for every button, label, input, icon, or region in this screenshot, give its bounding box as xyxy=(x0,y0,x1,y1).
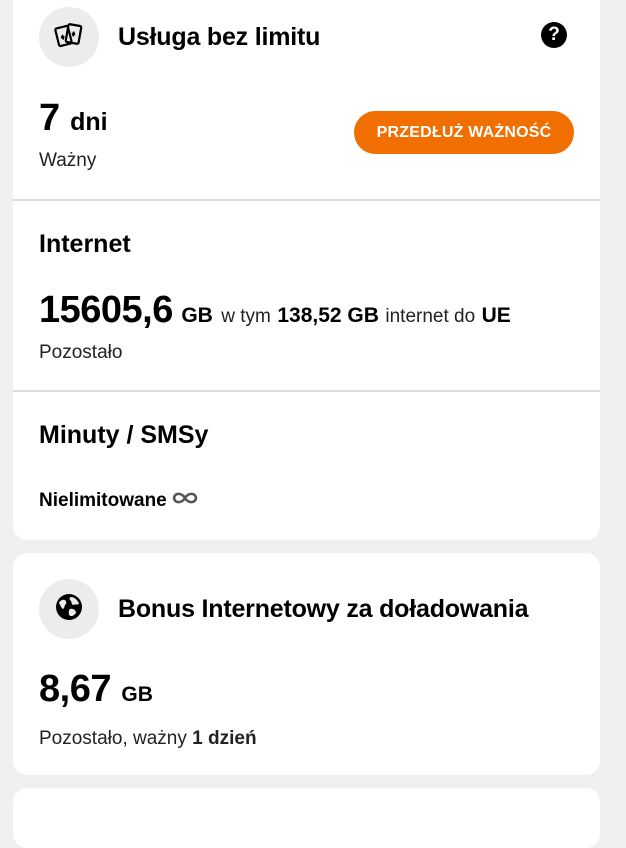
bonus-icon-circle xyxy=(39,579,99,639)
internet-in-text: w tym xyxy=(221,306,271,327)
extend-validity-button[interactable]: PRZEDŁUŻ WAŻNOŚĆ xyxy=(354,111,574,154)
globe-icon xyxy=(54,592,84,627)
bonus-amount: 8,67 xyxy=(39,668,111,710)
internet-title: Internet xyxy=(39,230,131,258)
internet-eu-text: internet do xyxy=(385,306,476,327)
validity-label: Ważny xyxy=(39,150,97,171)
help-icon-glyph: ? xyxy=(548,24,560,45)
internet-eu-amount: 138,52 GB xyxy=(277,304,379,327)
service-title: Usługa bez limitu xyxy=(118,23,321,51)
internet-amount-row: 15605,6 GB w tym 138,52 GB internet do U… xyxy=(39,289,511,332)
service-icon-circle xyxy=(39,7,99,67)
bonus-card: Bonus Internetowy za doładowania 8,67 GB… xyxy=(13,553,600,775)
divider xyxy=(13,390,600,392)
validity-unit: dni xyxy=(70,108,108,136)
validity-row: 7 dni xyxy=(39,97,108,140)
next-card xyxy=(13,788,600,848)
infinity-icon xyxy=(171,490,199,512)
internet-remaining-label: Pozostało xyxy=(39,342,123,363)
bonus-amount-row: 8,67 GB xyxy=(39,668,153,711)
bonus-title: Bonus Internetowy za doładowania xyxy=(118,595,529,623)
validity-value: 7 xyxy=(39,97,60,139)
divider xyxy=(13,199,600,201)
service-card: Usługa bez limitu ? 7 dni Ważny PRZEDŁUŻ… xyxy=(13,0,600,540)
cards-icon xyxy=(54,22,84,53)
help-icon[interactable]: ? xyxy=(541,22,567,48)
bonus-remaining-text: Pozostało, ważny xyxy=(39,728,187,749)
calls-unlimited: Nielimitowane xyxy=(39,490,199,512)
bonus-remaining-row: Pozostało, ważny 1 dzień xyxy=(39,728,257,750)
calls-value: Nielimitowane xyxy=(39,490,167,511)
internet-amount: 15605,6 xyxy=(39,289,173,331)
bonus-validity: 1 dzień xyxy=(192,728,257,749)
internet-unit: GB xyxy=(181,304,213,327)
bonus-unit: GB xyxy=(121,683,153,706)
internet-eu-label: UE xyxy=(481,304,511,327)
calls-title: Minuty / SMSy xyxy=(39,421,209,449)
